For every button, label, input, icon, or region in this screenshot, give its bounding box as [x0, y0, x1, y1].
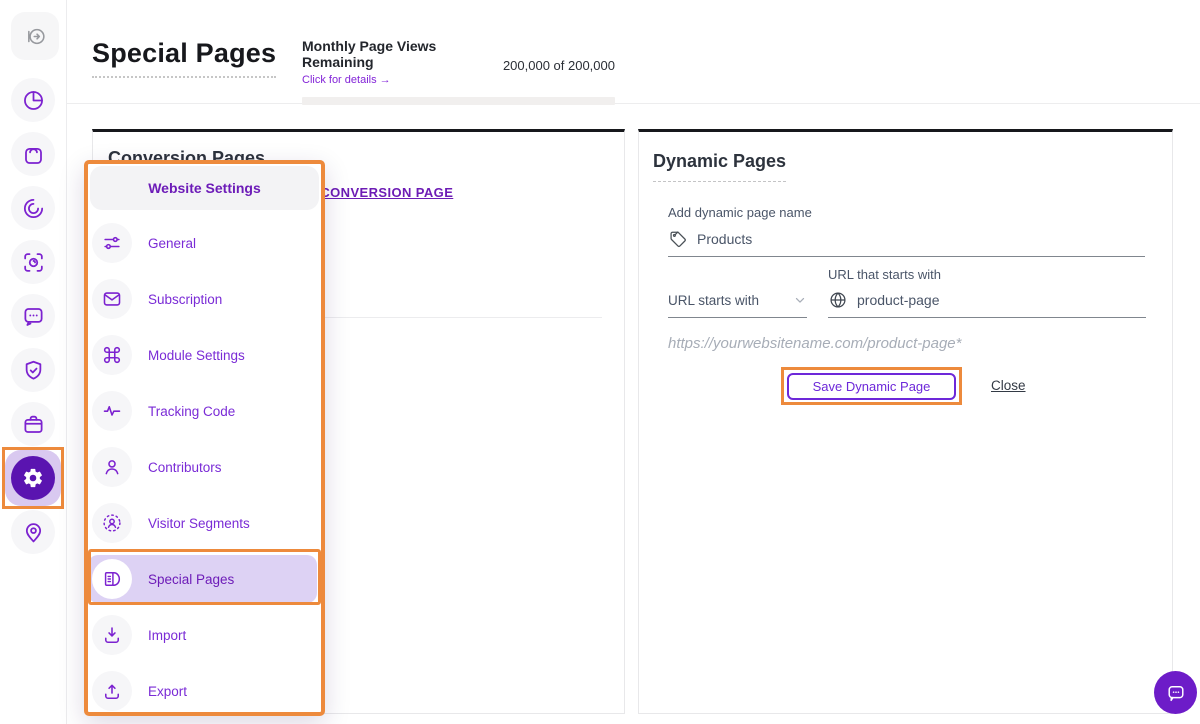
flyout-title: Website Settings — [90, 166, 319, 210]
menu-item-label: Special Pages — [148, 572, 234, 587]
pie-chart-icon — [21, 88, 46, 113]
location-pin-icon — [21, 520, 46, 545]
usage-count: 200,000 of 200,000 — [503, 58, 615, 73]
menu-item-general[interactable]: General — [88, 215, 321, 271]
url-match-selected-option: URL starts with — [668, 293, 759, 308]
menu-item-label: Tracking Code — [148, 404, 235, 419]
page-name-field[interactable] — [668, 222, 1145, 257]
chat-bubble-icon — [1165, 682, 1187, 704]
menu-item-special-pages[interactable]: Special Pages — [88, 551, 321, 607]
sidebar-item-capture[interactable] — [11, 240, 55, 284]
gear-icon — [22, 467, 44, 489]
url-value-field[interactable] — [828, 283, 1146, 318]
swirl-icon — [21, 196, 46, 221]
menu-item-contributors[interactable]: Contributors — [88, 439, 321, 495]
sidebar-item-business[interactable] — [11, 402, 55, 446]
menu-item-label: Visitor Segments — [148, 516, 250, 531]
briefcase-icon — [21, 412, 46, 437]
sidebar-item-dashboard[interactable] — [11, 78, 55, 122]
url-value-input[interactable] — [857, 292, 1146, 308]
url-match-select[interactable]: URL starts with — [668, 283, 807, 318]
website-settings-flyout: Website Settings General Subscription — [84, 160, 325, 716]
person-icon — [92, 447, 132, 487]
close-link[interactable]: Close — [991, 378, 1026, 393]
globe-icon — [828, 290, 848, 310]
shopping-bag-icon — [21, 142, 46, 167]
collapse-sidebar-button[interactable] — [11, 12, 59, 60]
command-icon — [92, 335, 132, 375]
usage-details-link[interactable]: Click for details → — [302, 74, 391, 86]
menu-item-visitor-segments[interactable]: Visitor Segments — [88, 495, 321, 551]
usage-label: Monthly Page Views Remaining — [302, 38, 494, 70]
menu-item-label: Contributors — [148, 460, 222, 475]
page-name-input[interactable] — [697, 231, 1145, 247]
chevron-down-icon — [793, 293, 807, 307]
menu-item-label: Import — [148, 628, 186, 643]
dynamic-pages-panel: Dynamic Pages Add dynamic page name URL … — [638, 129, 1173, 714]
chat-bubble-icon — [21, 304, 46, 329]
sidebar-item-store[interactable] — [11, 132, 55, 176]
pulse-icon — [92, 391, 132, 431]
sidebar-item-sessions[interactable] — [11, 186, 55, 230]
pages-icon — [92, 559, 132, 599]
page-title: Special Pages — [92, 38, 276, 78]
sidebar-item-locations[interactable] — [11, 510, 55, 554]
menu-item-label: Subscription — [148, 292, 222, 307]
annotation-box-save-button: Save Dynamic Page — [781, 367, 962, 405]
shield-check-icon — [21, 358, 46, 383]
support-chat-button[interactable] — [1154, 671, 1197, 714]
collapse-panel-icon — [23, 24, 48, 49]
url-preview-text: https://yourwebsitename.com/product-page… — [668, 335, 962, 352]
flyout-menu: General Subscription Module Settings — [88, 215, 321, 716]
save-dynamic-page-button[interactable]: Save Dynamic Page — [787, 373, 956, 400]
menu-item-label: Export — [148, 684, 187, 699]
sliders-icon — [92, 223, 132, 263]
sidebar — [0, 0, 67, 724]
usage-progress-bar — [302, 97, 615, 105]
tag-icon — [668, 229, 688, 249]
menu-item-module-settings[interactable]: Module Settings — [88, 327, 321, 383]
page-name-label: Add dynamic page name — [668, 205, 812, 220]
menu-item-import[interactable]: Import — [88, 607, 321, 663]
upload-icon — [92, 671, 132, 711]
scan-focus-icon — [21, 250, 46, 275]
envelope-icon — [92, 279, 132, 319]
sidebar-item-feedback[interactable] — [11, 294, 55, 338]
menu-item-tracking-code[interactable]: Tracking Code — [88, 383, 321, 439]
settings-active-circle — [11, 456, 55, 500]
header-divider — [66, 103, 1200, 104]
sidebar-item-security[interactable] — [11, 348, 55, 392]
menu-item-subscription[interactable]: Subscription — [88, 271, 321, 327]
menu-item-label: Module Settings — [148, 348, 245, 363]
visitor-ring-icon — [92, 503, 132, 543]
dynamic-pages-title: Dynamic Pages — [653, 151, 786, 182]
url-field-label: URL that starts with — [828, 267, 941, 282]
menu-item-label: General — [148, 236, 196, 251]
download-icon — [92, 615, 132, 655]
menu-item-export[interactable]: Export — [88, 663, 321, 716]
usage-widget: Monthly Page Views Remaining 200,000 of … — [302, 38, 615, 105]
sidebar-item-settings[interactable] — [5, 450, 61, 506]
